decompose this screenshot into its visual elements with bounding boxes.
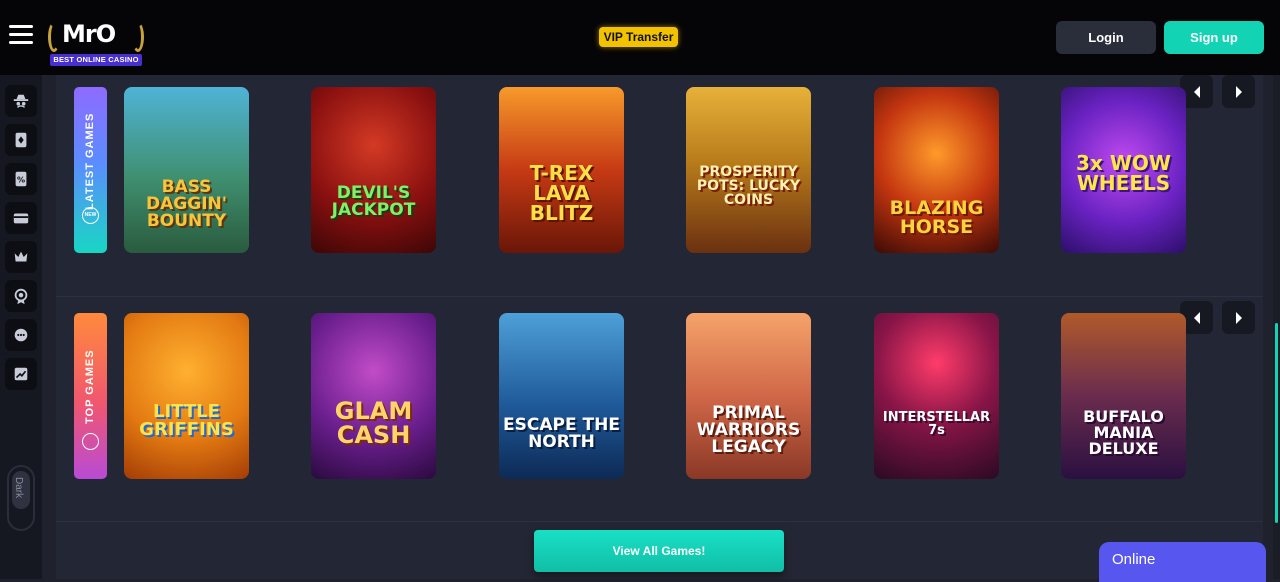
game-title: BASS DAGGIN' BOUNTY	[146, 177, 227, 231]
game-title: PRIMAL WARRIORS LEGACY	[696, 403, 801, 457]
game-title: GLAM CASH	[334, 397, 413, 449]
theme-toggle[interactable]: Dark	[7, 465, 35, 531]
new-badge-icon: NEW	[82, 207, 99, 224]
svg-text:%: %	[17, 175, 25, 185]
game-tile[interactable]: INTERSTELLAR 7s	[874, 313, 999, 479]
game-tile[interactable]: ESCAPE THE NORTH	[499, 313, 624, 479]
game-tile[interactable]: PROSPERITY POTS: LUCKY COINS	[686, 87, 811, 253]
slot-chip-icon[interactable]: %	[5, 163, 37, 195]
game-tile[interactable]: BLAZING HORSE	[874, 87, 999, 253]
chevron-right-icon	[1235, 85, 1242, 98]
game-tile[interactable]: BUFFALO MANIA DELUXE	[1061, 313, 1186, 479]
vip-transfer-button[interactable]: VIP Transfer	[599, 27, 678, 47]
game-title: DEVIL'S JACKPOT	[331, 183, 416, 220]
game-title: 3x WOW WHEELS	[1076, 151, 1171, 195]
section-divider	[56, 296, 1263, 297]
section-tab-top-games: TOP GAMES	[74, 313, 107, 479]
laurel-left-icon	[48, 22, 60, 52]
gentleman-icon[interactable]	[5, 85, 37, 117]
chevron-left-icon	[1193, 311, 1200, 324]
crown-icon[interactable]	[5, 241, 37, 273]
live-chat-icon[interactable]	[5, 319, 37, 351]
game-title: T-REX LAVA BLITZ	[529, 161, 594, 225]
game-title: BLAZING HORSE	[889, 197, 984, 238]
medal-badge-icon	[82, 433, 99, 450]
login-button[interactable]: Login	[1056, 21, 1156, 54]
game-tile[interactable]: PRIMAL WARRIORS LEGACY	[686, 313, 811, 479]
scrollbar-thumb[interactable]	[1275, 323, 1278, 523]
top-header: MrO BEST ONLINE CASINO VIP Transfer Logi…	[0, 0, 1280, 75]
live-chat-widget[interactable]: Online	[1099, 542, 1266, 582]
chevron-left-icon	[1193, 85, 1200, 98]
game-tile[interactable]: GLAM CASH	[311, 313, 436, 479]
menu-hamburger-icon[interactable]	[9, 25, 33, 45]
trending-chart-icon[interactable]	[5, 358, 37, 390]
game-title: INTERSTELLAR 7s	[882, 410, 991, 438]
latest-next-arrow-button[interactable]	[1222, 75, 1255, 108]
game-tile[interactable]: BASS DAGGIN' BOUNTY	[124, 87, 249, 253]
game-title: PROSPERITY POTS: LUCKY COINS	[696, 164, 801, 208]
game-title: LITTLE GRIFFINS	[139, 401, 234, 440]
view-all-games-button[interactable]: View All Games!	[534, 530, 784, 572]
chevron-right-icon	[1235, 311, 1242, 324]
game-title: ESCAPE THE NORTH	[503, 415, 620, 452]
logo-wordmark: MrO	[62, 20, 116, 48]
logo-tagline: BEST ONLINE CASINO	[50, 54, 142, 66]
page-scrollbar[interactable]	[1273, 75, 1280, 579]
section-divider	[56, 521, 1263, 522]
game-tile[interactable]: T-REX LAVA BLITZ	[499, 87, 624, 253]
section-title: TOP GAMES	[84, 349, 96, 425]
medal-icon[interactable]	[5, 280, 37, 312]
chat-status-label: Online	[1112, 551, 1156, 568]
section-tab-latest-games: LATEST GAMES NEW	[74, 87, 107, 253]
theme-toggle-label: Dark	[13, 477, 24, 499]
laurel-right-icon	[132, 22, 144, 52]
top-next-arrow-button[interactable]	[1222, 301, 1255, 334]
game-tile[interactable]: 3x WOW WHEELS	[1061, 87, 1186, 253]
signup-button[interactable]: Sign up	[1164, 21, 1264, 54]
site-logo[interactable]: MrO BEST ONLINE CASINO	[48, 16, 144, 68]
game-title: BUFFALO MANIA DELUXE	[1083, 407, 1164, 458]
game-tile[interactable]: DEVIL'S JACKPOT	[311, 87, 436, 253]
game-tile[interactable]: LITTLE GRIFFINS	[124, 313, 249, 479]
playing-card-icon[interactable]	[5, 124, 37, 156]
section-title: LATEST GAMES	[84, 112, 96, 210]
credit-card-icon[interactable]	[5, 202, 37, 234]
left-sidebar: % Dark	[0, 75, 42, 579]
